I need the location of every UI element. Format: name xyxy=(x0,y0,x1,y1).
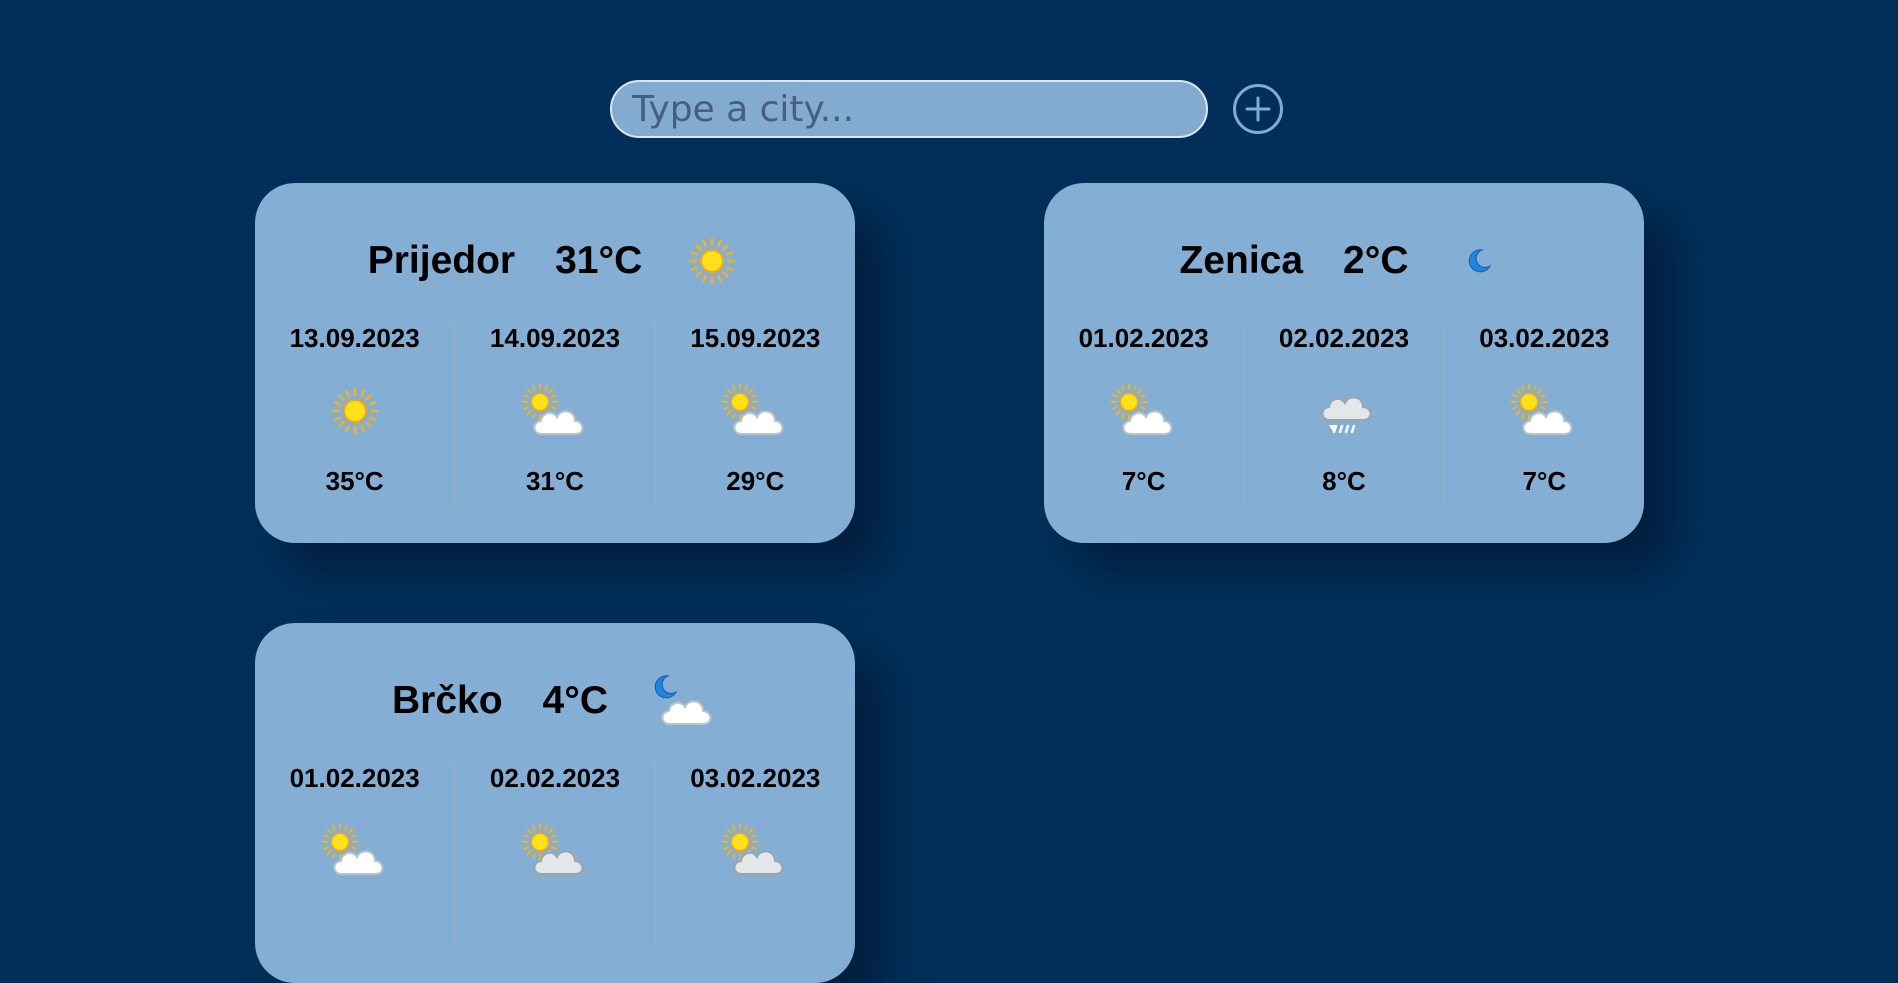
forecast-day: 02.02.2023 xyxy=(455,763,656,947)
city-name: Brčko xyxy=(392,679,503,722)
city-name: Zenica xyxy=(1179,239,1304,282)
city-search-input[interactable] xyxy=(610,80,1208,138)
forecast-date: 14.09.2023 xyxy=(489,323,621,353)
forecast-date: 01.02.2023 xyxy=(289,763,420,793)
forecast-date: 01.02.2023 xyxy=(1078,323,1209,353)
forecast-temperature: 35°C xyxy=(325,466,384,496)
forecast-temperature: 7°C xyxy=(1522,466,1567,496)
forecast-date: 02.02.2023 xyxy=(1278,323,1410,353)
current-temperature: 4°C xyxy=(542,679,608,722)
moon-icon xyxy=(1449,231,1509,291)
card-header: Prijedor 31°C xyxy=(255,183,855,339)
forecast-day: 01.02.2023 7°C xyxy=(1044,323,1245,507)
partly-cloudy-icon xyxy=(720,382,790,440)
partly-cloudy-icon xyxy=(520,382,590,440)
forecast-temperature: 8°C xyxy=(1322,466,1366,496)
forecast-day: 14.09.2023 31°C xyxy=(455,323,656,507)
sun-icon xyxy=(330,382,380,440)
search-row xyxy=(610,80,1283,138)
partly-cloudy-icon xyxy=(320,822,390,880)
forecast-date: 15.09.2023 xyxy=(690,323,821,353)
weather-card-zenica: Zenica 2°C 01.02.2023 7°C 02.02.2023 8°C… xyxy=(1044,183,1644,543)
forecast-day: 15.09.2023 29°C xyxy=(656,323,855,507)
forecast-date: 03.02.2023 xyxy=(690,763,821,793)
current-temperature: 31°C xyxy=(555,239,643,282)
forecast-day: 03.02.2023 7°C xyxy=(1445,323,1644,507)
partly-cloudy-gray-icon xyxy=(520,822,590,880)
forecast-temperature: 31°C xyxy=(525,466,585,496)
current-temperature: 2°C xyxy=(1343,239,1409,282)
weather-card-prijedor: Prijedor 31°C 13.09.2023 35°C 14.09.2023… xyxy=(255,183,855,543)
plus-icon xyxy=(1245,96,1271,122)
partly-cloudy-icon xyxy=(1509,382,1579,440)
partly-cloudy-gray-icon xyxy=(720,822,790,880)
forecast-temperature: 29°C xyxy=(726,466,785,496)
forecast-day: 02.02.2023 8°C xyxy=(1244,323,1445,507)
forecast-day: 13.09.2023 35°C xyxy=(255,323,456,507)
forecast-day: 03.02.2023 xyxy=(656,763,855,947)
rain-cloud-icon xyxy=(1314,382,1374,440)
forecast-list: 01.02.2023 7°C 02.02.2023 8°C 03.02.2023… xyxy=(1044,323,1644,507)
card-header: Zenica 2°C xyxy=(1044,183,1644,339)
forecast-list: 01.02.2023 02.02.2023 03.02.2023 xyxy=(255,763,855,947)
forecast-date: 02.02.2023 xyxy=(489,763,621,793)
forecast-day: 01.02.2023 xyxy=(255,763,456,947)
city-name: Prijedor xyxy=(367,239,516,282)
forecast-temperature: 7°C xyxy=(1121,466,1166,496)
sun-icon xyxy=(682,231,742,291)
forecast-list: 13.09.2023 35°C 14.09.2023 31°C 15.09.20… xyxy=(255,323,855,507)
weather-card-brcko: Brčko 4°C 01.02.2023 02.02.2023 03.02.20… xyxy=(255,623,855,983)
partly-cloudy-icon xyxy=(1109,382,1179,440)
forecast-date: 03.02.2023 xyxy=(1479,323,1610,353)
night-cloudy-icon xyxy=(648,671,718,731)
forecast-date: 13.09.2023 xyxy=(289,323,420,353)
card-header: Brčko 4°C xyxy=(255,623,855,779)
add-city-button[interactable] xyxy=(1233,84,1283,134)
